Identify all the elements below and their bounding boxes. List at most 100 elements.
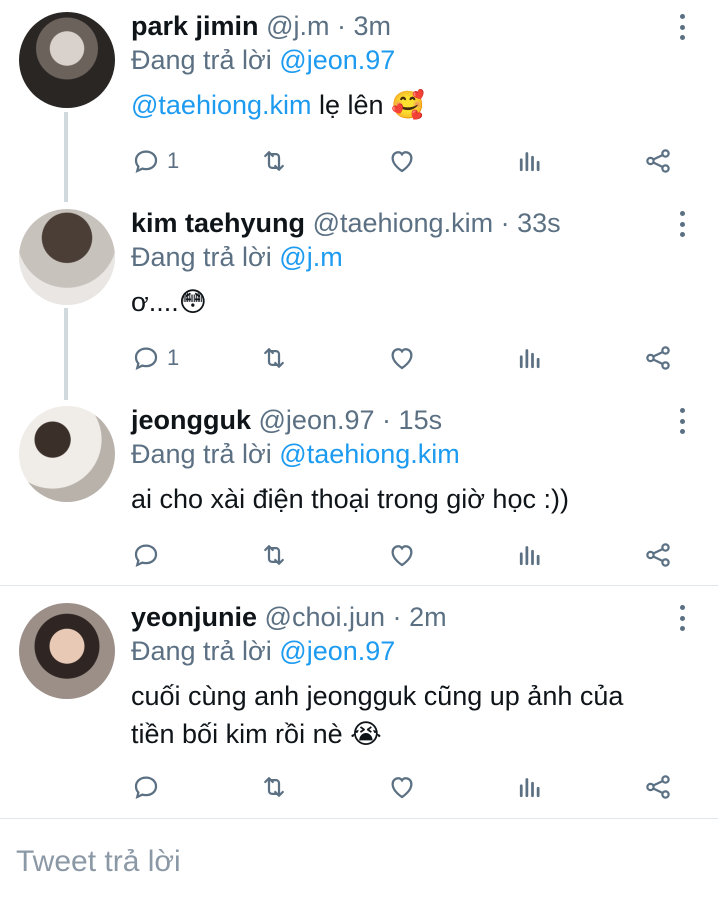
tweet[interactable]: jeongguk @jeon.97 · 15s Đang trả lời @ta… [0, 394, 718, 584]
action-bar: 1 [131, 340, 691, 376]
body-text: ai cho xài điện thoại trong giờ học :)) [131, 484, 569, 514]
separator-dot: · [336, 11, 346, 41]
like-icon [391, 545, 413, 567]
tweet-text: ơ....😳 [131, 283, 691, 321]
action-bar [131, 537, 691, 573]
analytics-icon [519, 778, 540, 798]
like-icon [391, 777, 413, 799]
like-button[interactable] [387, 143, 417, 179]
more-icon[interactable] [676, 408, 688, 434]
retweet-button[interactable] [259, 340, 289, 376]
retweet-icon [264, 777, 284, 797]
retweet-button[interactable] [259, 143, 289, 179]
replying-to-label: Đang trả lời [131, 242, 272, 272]
analytics-button[interactable] [515, 537, 545, 573]
username[interactable]: @j.m [266, 11, 329, 41]
retweet-icon [264, 545, 284, 565]
timestamp[interactable]: 33s [517, 208, 561, 238]
replying-to-mention[interactable]: @jeon.97 [279, 636, 395, 666]
replying-to-mention[interactable]: @j.m [279, 242, 342, 272]
tweet-text: ai cho xài điện thoại trong giờ học :)) [131, 480, 691, 518]
tweet[interactable]: yeonjunie @choi.jun · 2m Đang trả lời @j… [0, 591, 718, 815]
replying-to-label: Đang trả lời [131, 439, 272, 469]
tweet-header: park jimin @j.m · 3m [131, 9, 391, 43]
tweet[interactable]: park jimin @j.m · 3m Đang trả lời @jeon.… [0, 0, 718, 200]
like-button[interactable] [387, 537, 417, 573]
like-button[interactable] [387, 340, 417, 376]
separator-dot: · [500, 208, 510, 238]
reply-count: 1 [167, 345, 180, 370]
retweet-icon [264, 348, 284, 368]
avatar[interactable] [19, 603, 115, 699]
action-bar: 1 [131, 143, 691, 179]
username[interactable]: @jeon.97 [259, 405, 375, 435]
share-button[interactable] [643, 769, 673, 805]
analytics-button[interactable] [515, 340, 545, 376]
avatar[interactable] [19, 406, 115, 502]
display-name[interactable]: yeonjunie [131, 602, 257, 632]
display-name[interactable]: jeongguk [131, 405, 251, 435]
separator-dot: · [392, 602, 402, 632]
like-button[interactable] [387, 769, 417, 805]
share-icon [646, 149, 670, 173]
analytics-button[interactable] [515, 769, 545, 805]
share-button[interactable] [643, 143, 673, 179]
replying-to: Đang trả lời @jeon.97 [131, 634, 395, 668]
separator-dot: · [382, 405, 392, 435]
more-icon[interactable] [676, 14, 688, 40]
retweet-button[interactable] [259, 537, 289, 573]
reply-count: 1 [167, 148, 180, 173]
tweet-header: yeonjunie @choi.jun · 2m [131, 600, 447, 634]
reply-compose-bar [0, 818, 718, 906]
tweet-text: @taehiong.kim lẹ lên 🥰 [131, 86, 691, 124]
replying-to-label: Đang trả lời [131, 636, 272, 666]
replying-to-label: Đang trả lời [131, 45, 272, 75]
more-icon[interactable] [676, 605, 688, 631]
reply-icon [134, 776, 158, 800]
username[interactable]: @choi.jun [265, 602, 385, 632]
share-button[interactable] [643, 340, 673, 376]
username[interactable]: @taehiong.kim [313, 208, 494, 238]
more-icon[interactable] [676, 211, 688, 237]
tweet-header: kim taehyung @taehiong.kim · 33s [131, 206, 561, 240]
tweet[interactable]: kim taehyung @taehiong.kim · 33s Đang tr… [0, 197, 718, 397]
avatar[interactable] [19, 209, 115, 305]
like-icon [391, 348, 413, 370]
timestamp[interactable]: 15s [399, 405, 443, 435]
display-name[interactable]: kim taehyung [131, 208, 305, 238]
analytics-icon [519, 152, 540, 172]
action-bar [131, 769, 691, 805]
reply-button[interactable] [131, 537, 161, 573]
body-text: ơ....😳 [131, 287, 207, 317]
avatar[interactable] [19, 12, 115, 108]
body-text: cuối cùng anh jeongguk cũng up ảnh của t… [131, 681, 624, 749]
replying-to-mention[interactable]: @jeon.97 [279, 45, 395, 75]
share-icon [646, 543, 670, 567]
retweet-button[interactable] [259, 769, 289, 805]
analytics-icon [519, 349, 540, 369]
reply-icon [134, 347, 158, 371]
like-icon [391, 151, 413, 173]
share-button[interactable] [643, 537, 673, 573]
timestamp[interactable]: 2m [409, 602, 447, 632]
divider [0, 585, 718, 586]
tweet-header: jeongguk @jeon.97 · 15s [131, 403, 442, 437]
analytics-button[interactable] [515, 143, 545, 179]
reply-button[interactable] [131, 769, 161, 805]
reply-icon [134, 544, 158, 568]
share-icon [646, 775, 670, 799]
reply-input[interactable] [16, 845, 696, 879]
analytics-icon [519, 546, 540, 566]
replying-to: Đang trả lời @j.m [131, 240, 343, 274]
replying-to: Đang trả lời @jeon.97 [131, 43, 395, 77]
display-name[interactable]: park jimin [131, 11, 259, 41]
replying-to-mention[interactable]: @taehiong.kim [279, 439, 460, 469]
body-mention[interactable]: @taehiong.kim [131, 90, 312, 120]
reply-button[interactable]: 1 [131, 340, 179, 376]
replying-to: Đang trả lời @taehiong.kim [131, 437, 460, 471]
tweet-text: cuối cùng anh jeongguk cũng up ảnh của t… [131, 677, 661, 753]
reply-icon [134, 150, 158, 174]
reply-button[interactable]: 1 [131, 143, 179, 179]
timestamp[interactable]: 3m [354, 11, 392, 41]
body-text: lẹ lên 🥰 [311, 90, 425, 120]
